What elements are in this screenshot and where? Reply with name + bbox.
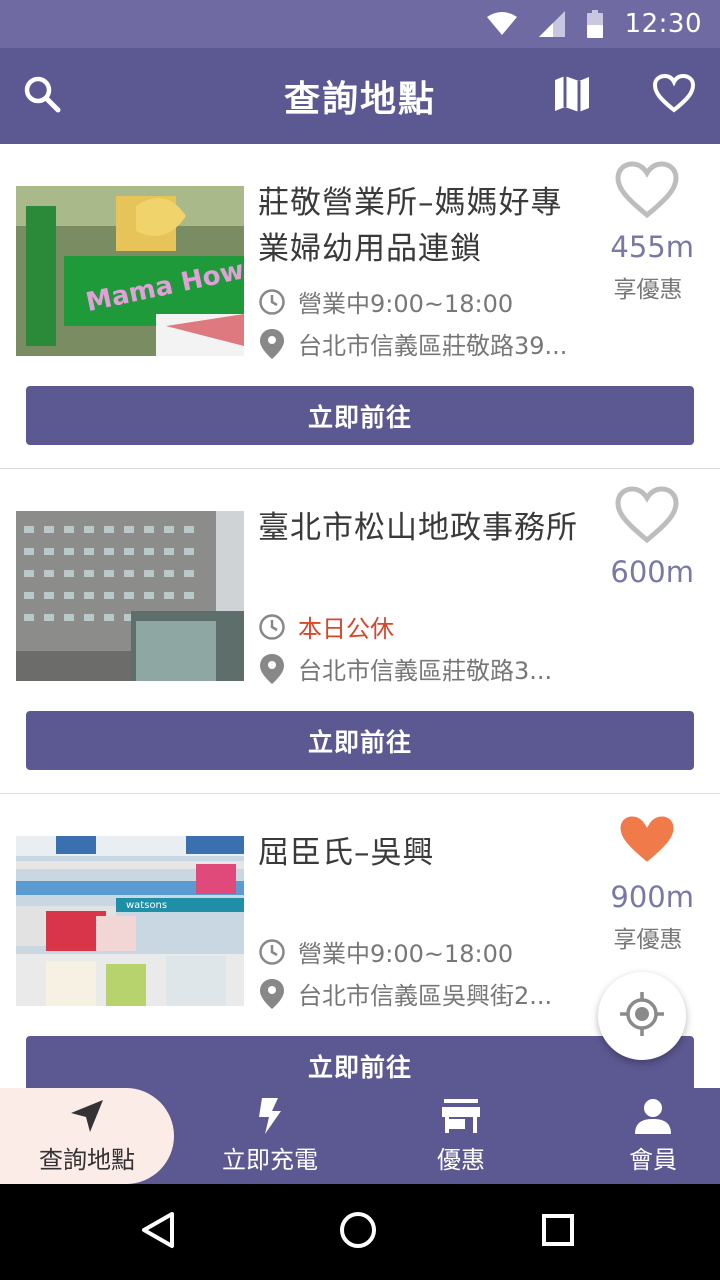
- location-pin-icon: [258, 653, 286, 684]
- home-button[interactable]: [338, 1212, 378, 1252]
- gps-crosshair-icon: [618, 990, 666, 1042]
- distance-label: 900m: [610, 880, 694, 914]
- tab-label: 立即充電: [222, 1145, 318, 1174]
- tab-charge-now[interactable]: 立即充電: [196, 1088, 344, 1184]
- distance-label: 600m: [610, 555, 694, 589]
- location-pin-icon: [258, 328, 286, 359]
- location-name: 臺北市松山地政事務所: [258, 510, 578, 546]
- tab-member[interactable]: 會員: [592, 1088, 714, 1184]
- hours-text: 營業中9:00~18:00: [298, 940, 514, 968]
- favorite-toggle[interactable]: [614, 811, 680, 873]
- search-icon: [22, 74, 62, 118]
- recents-square-icon: [541, 1213, 575, 1251]
- system-navigation-bar: [0, 1184, 720, 1280]
- tab-find-location[interactable]: 查詢地點: [0, 1088, 174, 1184]
- promo-label: 享優惠: [613, 927, 683, 953]
- battery-icon: [586, 10, 603, 38]
- back-button[interactable]: [138, 1212, 178, 1252]
- location-card[interactable]: 臺北市松山地政事務所 本日公休 台北市信義區莊敬路3... 600m 立即前往: [0, 469, 720, 794]
- hours-row: 營業中9:00~18:00: [258, 934, 513, 969]
- person-icon: [635, 1098, 671, 1134]
- heart-outline-icon: [652, 73, 696, 118]
- clock-icon: [258, 288, 286, 316]
- thumbnail-sign-text: watsons: [126, 900, 167, 911]
- favorite-toggle[interactable]: [614, 486, 680, 548]
- favorite-toggle[interactable]: [614, 161, 680, 223]
- address-row: 台北市信義區莊敬路39...: [258, 326, 567, 361]
- clock-icon: [258, 938, 286, 966]
- location-name: 屈臣氏–吳興: [258, 835, 435, 871]
- heart-outline-icon: [615, 486, 679, 548]
- address-text: 台北市信義區吳興街2...: [298, 982, 553, 1010]
- hours-text: 本日公休: [298, 615, 394, 643]
- hours-text: 營業中9:00~18:00: [298, 290, 514, 318]
- address-text: 台北市信義區莊敬路39...: [298, 332, 568, 360]
- bottom-navigation: 查詢地點 立即充電 優惠 會員: [0, 1088, 720, 1184]
- clock-icon: [258, 613, 286, 641]
- favorites-button[interactable]: [650, 72, 698, 120]
- page-title: 查詢地點: [283, 79, 436, 120]
- navigate-now-button[interactable]: 立即前往: [26, 711, 694, 770]
- distance-label: 455m: [610, 230, 694, 264]
- address-row: 台北市信義區莊敬路3...: [258, 651, 552, 686]
- signal-icon: [538, 11, 565, 37]
- location-thumbnail: Mama How!: [16, 186, 244, 356]
- navigate-now-button[interactable]: 立即前往: [26, 386, 694, 445]
- location-name: 莊敬營業所–媽媽好專業婦幼用品連鎖: [258, 185, 563, 267]
- lightning-icon: [257, 1097, 283, 1134]
- hours-row: 本日公休: [258, 609, 394, 644]
- location-pin-icon: [258, 978, 286, 1009]
- location-thumbnail: watsons: [16, 836, 244, 1006]
- location-card[interactable]: Mama How! 莊敬營業所–媽媽好專業婦幼用品連鎖 營業中9:00~18:0…: [0, 144, 720, 469]
- back-triangle-icon: [140, 1211, 176, 1253]
- heart-outline-icon: [615, 161, 679, 223]
- status-bar: 12:30: [0, 0, 720, 48]
- home-circle-icon: [339, 1211, 377, 1253]
- tab-label: 會員: [629, 1145, 677, 1174]
- map-button[interactable]: [548, 72, 596, 120]
- map-icon: [552, 74, 592, 118]
- navigate-now-button[interactable]: 立即前往: [26, 1036, 694, 1088]
- tab-offers[interactable]: 優惠: [400, 1088, 522, 1184]
- promo-label: 享優惠: [613, 277, 683, 303]
- navigation-arrow-icon: [69, 1098, 105, 1134]
- address-text: 台北市信義區莊敬路3...: [298, 657, 553, 685]
- location-thumbnail: [16, 511, 244, 681]
- store-icon: [442, 1098, 480, 1134]
- address-row: 台北市信義區吳興街2...: [258, 976, 552, 1011]
- tab-label: 查詢地點: [39, 1145, 135, 1174]
- app-bar: 查詢地點: [0, 48, 720, 144]
- locate-me-button[interactable]: [598, 972, 686, 1060]
- wifi-icon: [486, 12, 517, 36]
- status-time: 12:30: [624, 9, 702, 39]
- location-list: Mama How! 莊敬營業所–媽媽好專業婦幼用品連鎖 營業中9:00~18:0…: [0, 144, 720, 1088]
- search-button[interactable]: [18, 72, 66, 120]
- tab-label: 優惠: [437, 1145, 485, 1174]
- recents-button[interactable]: [538, 1212, 578, 1252]
- heart-filled-icon: [615, 811, 679, 873]
- app-screen: 12:30 查詢地點 Mama How! 莊敬營業所–媽媽好專業婦幼用品連鎖 營…: [0, 0, 720, 1280]
- hours-row: 營業中9:00~18:00: [258, 284, 513, 319]
